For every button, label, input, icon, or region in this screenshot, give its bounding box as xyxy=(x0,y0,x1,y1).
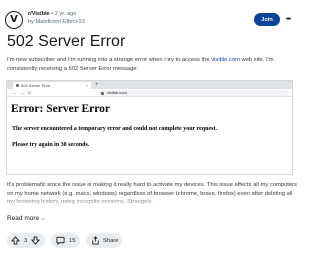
vote-control: 3 xyxy=(7,233,45,248)
post-title[interactable]: 502 Server Error xyxy=(7,33,125,51)
new-tab-icon: + xyxy=(95,82,99,88)
meta-separator: • xyxy=(51,11,54,17)
tab-title: 502 Server Error xyxy=(21,83,51,88)
chevron-down-icon: ⌵ xyxy=(41,216,45,222)
comments-button[interactable]: 15 xyxy=(51,233,80,248)
share-label: Share xyxy=(103,237,119,244)
browser-address-bar: ← → C visible.com xyxy=(7,89,292,97)
lock-icon xyxy=(101,91,104,95)
vote-count: 3 xyxy=(24,237,28,244)
post-action-bar: 3 15 Share xyxy=(7,233,297,248)
reddit-post-page: V r/Visible • 2 yr. ago by Maleficent-Ef… xyxy=(0,0,300,256)
url-text: visible.com xyxy=(107,90,127,95)
post-meta: r/Visible • 2 yr. ago xyxy=(28,11,76,18)
post-header: V r/Visible • 2 yr. ago by Maleficent-Ef… xyxy=(5,11,292,29)
browser-tab-bar: 502 Server Error × + xyxy=(7,81,292,89)
overflow-dots-icon[interactable]: ••• xyxy=(284,13,292,26)
embedded-screenshot[interactable]: 502 Server Error × + ← → C visible.com E… xyxy=(6,80,293,175)
upvote-arrow-icon[interactable] xyxy=(11,236,20,245)
comment-bubble-icon xyxy=(56,236,65,245)
read-more-label: Read more xyxy=(7,215,40,222)
post-author[interactable]: by Maleficent-Effect-22 xyxy=(28,19,85,26)
tab-favicon-icon xyxy=(16,84,19,87)
comment-count: 15 xyxy=(69,237,76,244)
post-body-paragraph-1: I'm new subscriber and I'm running into … xyxy=(7,56,299,73)
text-fade-overlay xyxy=(0,196,300,208)
share-button[interactable]: Share xyxy=(86,233,122,248)
error-retry-message: Please try again in 30 seconds. xyxy=(12,142,90,148)
post-age: 2 yr. ago xyxy=(54,11,77,17)
forward-arrow-icon: → xyxy=(20,90,25,95)
error-heading: Error: Server Error xyxy=(11,103,110,115)
reload-icon: C xyxy=(28,90,32,95)
visible-logo-icon: V xyxy=(10,14,18,25)
body-text: I'm new subscriber and I'm running into … xyxy=(7,57,212,63)
subreddit-avatar[interactable]: V xyxy=(5,11,23,29)
error-message: The server encountered a temporary error… xyxy=(12,126,217,132)
browser-tab: 502 Server Error × xyxy=(13,82,91,89)
downvote-arrow-icon[interactable] xyxy=(31,236,41,245)
read-more-link[interactable]: Read more ⌵ xyxy=(7,215,45,223)
share-icon xyxy=(92,236,99,245)
back-arrow-icon: ← xyxy=(12,90,17,95)
subreddit-link[interactable]: r/Visible xyxy=(28,11,50,17)
tab-close-icon: × xyxy=(85,83,88,88)
join-button[interactable]: Join xyxy=(254,13,280,26)
visible-link[interactable]: visible.com xyxy=(211,57,240,63)
url-field: visible.com xyxy=(99,90,289,96)
